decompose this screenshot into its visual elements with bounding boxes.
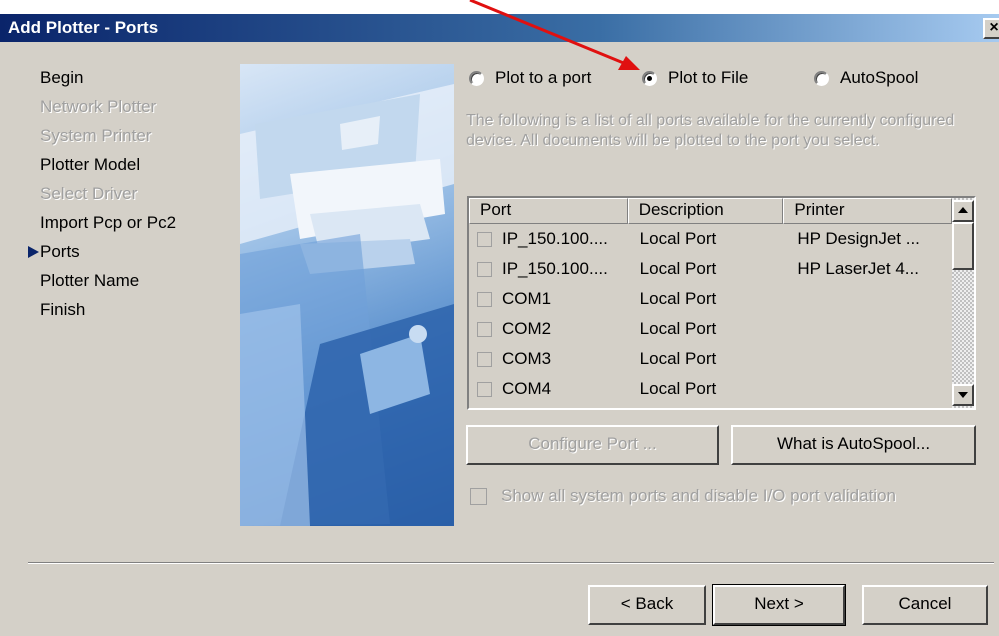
column-header-printer[interactable]: Printer [783,198,952,224]
show-all-ports-checkbox[interactable]: Show all system ports and disable I/O po… [470,486,896,506]
radio-autospool-dot[interactable] [814,70,829,86]
title-bar: Add Plotter - Ports × [0,14,999,42]
radio-plot-to-port[interactable]: Plot to a port [469,67,591,89]
port-printer: HP DesignJet ... [797,229,920,248]
port-description: Local Port [639,319,717,338]
step-system-printer: System Printer [40,126,152,145]
add-plotter-dialog: Add Plotter - Ports × Begin Network Plot… [0,0,999,636]
step-plotter-model: Plotter Model [40,155,141,174]
plotter-image [240,84,454,526]
wizard-steps: Begin Network Plotter System Printer Plo… [28,66,177,327]
show-all-ports-box[interactable] [470,487,487,505]
close-button[interactable]: × [983,18,999,39]
table-row[interactable]: COM3 Local Port [469,344,952,374]
next-button[interactable]: Next > [712,584,846,626]
port-description: Local Port [639,379,717,398]
back-button[interactable]: < Back [588,585,706,625]
top-strip [0,0,999,14]
radio-plot-to-file-label: Plot to File [668,68,749,87]
scroll-down-button[interactable] [952,384,974,406]
close-icon: × [989,19,999,36]
arrow-up-icon [958,207,968,213]
port-checkbox[interactable] [477,261,492,277]
table-row[interactable]: COM2 Local Port [469,314,952,344]
radio-plot-to-file[interactable]: Plot to File [642,67,748,89]
ports-list-body: Port Description Printer IP_150.100.... … [469,198,952,408]
port-name: IP_150.100.... [502,229,608,248]
port-name: IP_150.100.... [502,259,608,278]
plotter-illustration [240,64,454,526]
radio-autospool[interactable]: AutoSpool [814,67,918,89]
column-header-port[interactable]: Port [469,198,628,224]
port-checkbox[interactable] [477,231,492,247]
port-name: COM3 [502,349,552,368]
port-checkbox[interactable] [477,321,492,337]
table-row[interactable]: IP_150.100.... Local Port HP DesignJet .… [469,224,952,254]
ports-list-scrollbar[interactable] [952,198,974,408]
step-network-plotter: Network Plotter [40,97,157,116]
port-description: Local Port [639,349,717,368]
port-name: COM4 [502,379,552,398]
step-ports-current: Ports [28,240,176,269]
radio-plot-to-port-dot[interactable] [469,70,484,86]
port-description: Local Port [639,229,717,248]
port-checkbox[interactable] [477,351,492,367]
current-step-arrow-icon [28,246,39,258]
step-select-driver: Select Driver [40,184,138,203]
step-plotter-name: Plotter Name [40,271,140,290]
step-import-pcp: Import Pcp or Pc2 [40,213,177,232]
port-checkbox[interactable] [477,381,492,397]
port-name: COM1 [502,289,552,308]
column-header-description[interactable]: Description [627,198,784,224]
scroll-up-button[interactable] [952,200,974,222]
radio-plot-to-file-dot[interactable] [642,70,657,86]
step-finish: Finish [40,300,86,319]
port-description: Local Port [639,259,717,278]
port-checkbox[interactable] [477,291,492,307]
step-ports-label: Ports [40,242,80,261]
ports-description: The following is a list of all ports ava… [466,112,955,149]
ports-list-header: Port Description Printer [469,198,952,224]
ports-list[interactable]: Port Description Printer IP_150.100.... … [467,196,976,410]
port-description: Local Port [639,289,717,308]
footer-divider [28,562,994,564]
step-begin: Begin [40,68,84,87]
window-title: Add Plotter - Ports [8,18,159,37]
show-all-ports-label: Show all system ports and disable I/O po… [501,486,896,505]
configure-port-button[interactable]: Configure Port ... [466,425,719,465]
scroll-thumb[interactable] [952,222,974,270]
radio-plot-to-port-label: Plot to a port [495,68,592,87]
table-row[interactable]: COM1 Local Port [469,284,952,314]
port-name: COM2 [502,319,552,338]
cancel-button[interactable]: Cancel [862,585,988,625]
port-printer: HP LaserJet 4... [797,259,919,278]
table-row[interactable]: COM4 Local Port [469,374,952,404]
radio-autospool-label: AutoSpool [840,68,919,87]
what-is-autospool-button[interactable]: What is AutoSpool... [731,425,976,465]
arrow-down-icon [958,392,968,398]
table-row[interactable]: IP_150.100.... Local Port HP LaserJet 4.… [469,254,952,284]
